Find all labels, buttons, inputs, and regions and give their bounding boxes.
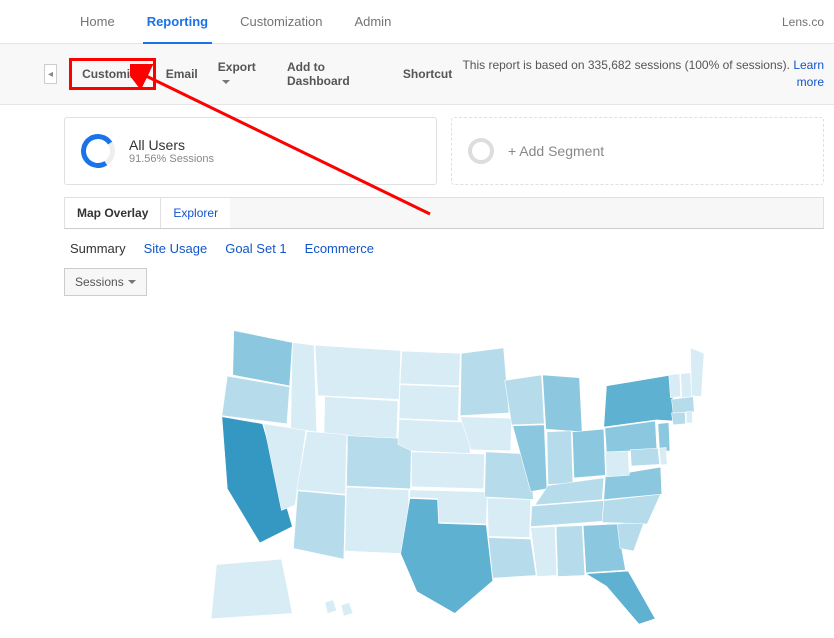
brand-label: Lens.co [782, 15, 824, 29]
export-label: Export [218, 60, 256, 74]
segment-all-users[interactable]: All Users 91.56% Sessions [64, 117, 437, 185]
map-overlay-chart [64, 306, 824, 638]
note-sessions: 335,682 [588, 58, 631, 72]
chevron-down-icon [128, 280, 136, 284]
nav-admin[interactable]: Admin [338, 0, 407, 44]
export-button[interactable]: Export [208, 54, 277, 94]
chevron-down-icon [222, 80, 230, 84]
collapse-left-panel-icon[interactable]: ◂ [44, 64, 57, 84]
tab-explorer[interactable]: Explorer [161, 198, 230, 228]
report-sampling-note: This report is based on 335,682 sessions… [462, 57, 824, 91]
note-prefix: This report is based on [462, 58, 587, 72]
metric-dropdown[interactable]: Sessions [64, 268, 147, 296]
donut-placeholder-icon [468, 138, 494, 164]
add-segment-label: + Add Segment [508, 143, 604, 159]
view-tabs: Map Overlay Explorer [64, 197, 824, 229]
top-nav: Home Reporting Customization Admin Lens.… [0, 0, 834, 44]
tab-map-overlay[interactable]: Map Overlay [65, 198, 161, 228]
subtab-summary[interactable]: Summary [70, 241, 126, 256]
subtab-site-usage[interactable]: Site Usage [144, 241, 208, 256]
subtab-ecommerce[interactable]: Ecommerce [305, 241, 374, 256]
donut-icon [78, 131, 118, 171]
subtab-goal-set[interactable]: Goal Set 1 [225, 241, 286, 256]
add-segment-button[interactable]: + Add Segment [451, 117, 824, 185]
customize-button[interactable]: Customize [69, 58, 156, 90]
learn-more-link[interactable]: Learn more [793, 58, 824, 89]
sub-tabs: Summary Site Usage Goal Set 1 Ecommerce [64, 229, 824, 268]
segment-title: All Users [129, 137, 214, 153]
segment-subtitle: 91.56% Sessions [129, 153, 214, 165]
add-to-dashboard-button[interactable]: Add to Dashboard [277, 54, 393, 94]
us-choropleth-map[interactable] [184, 310, 704, 635]
note-mid: sessions (100% of sessions). [631, 58, 793, 72]
shortcut-button[interactable]: Shortcut [393, 61, 462, 87]
email-button[interactable]: Email [156, 61, 208, 87]
metric-label: Sessions [75, 275, 124, 289]
nav-reporting[interactable]: Reporting [131, 0, 224, 44]
nav-customization[interactable]: Customization [224, 0, 338, 44]
report-content: All Users 91.56% Sessions + Add Segment … [0, 105, 834, 638]
nav-home[interactable]: Home [64, 0, 131, 44]
report-toolbar: ◂ Customize Email Export Add to Dashboar… [0, 44, 834, 105]
segment-row: All Users 91.56% Sessions + Add Segment [64, 117, 824, 185]
